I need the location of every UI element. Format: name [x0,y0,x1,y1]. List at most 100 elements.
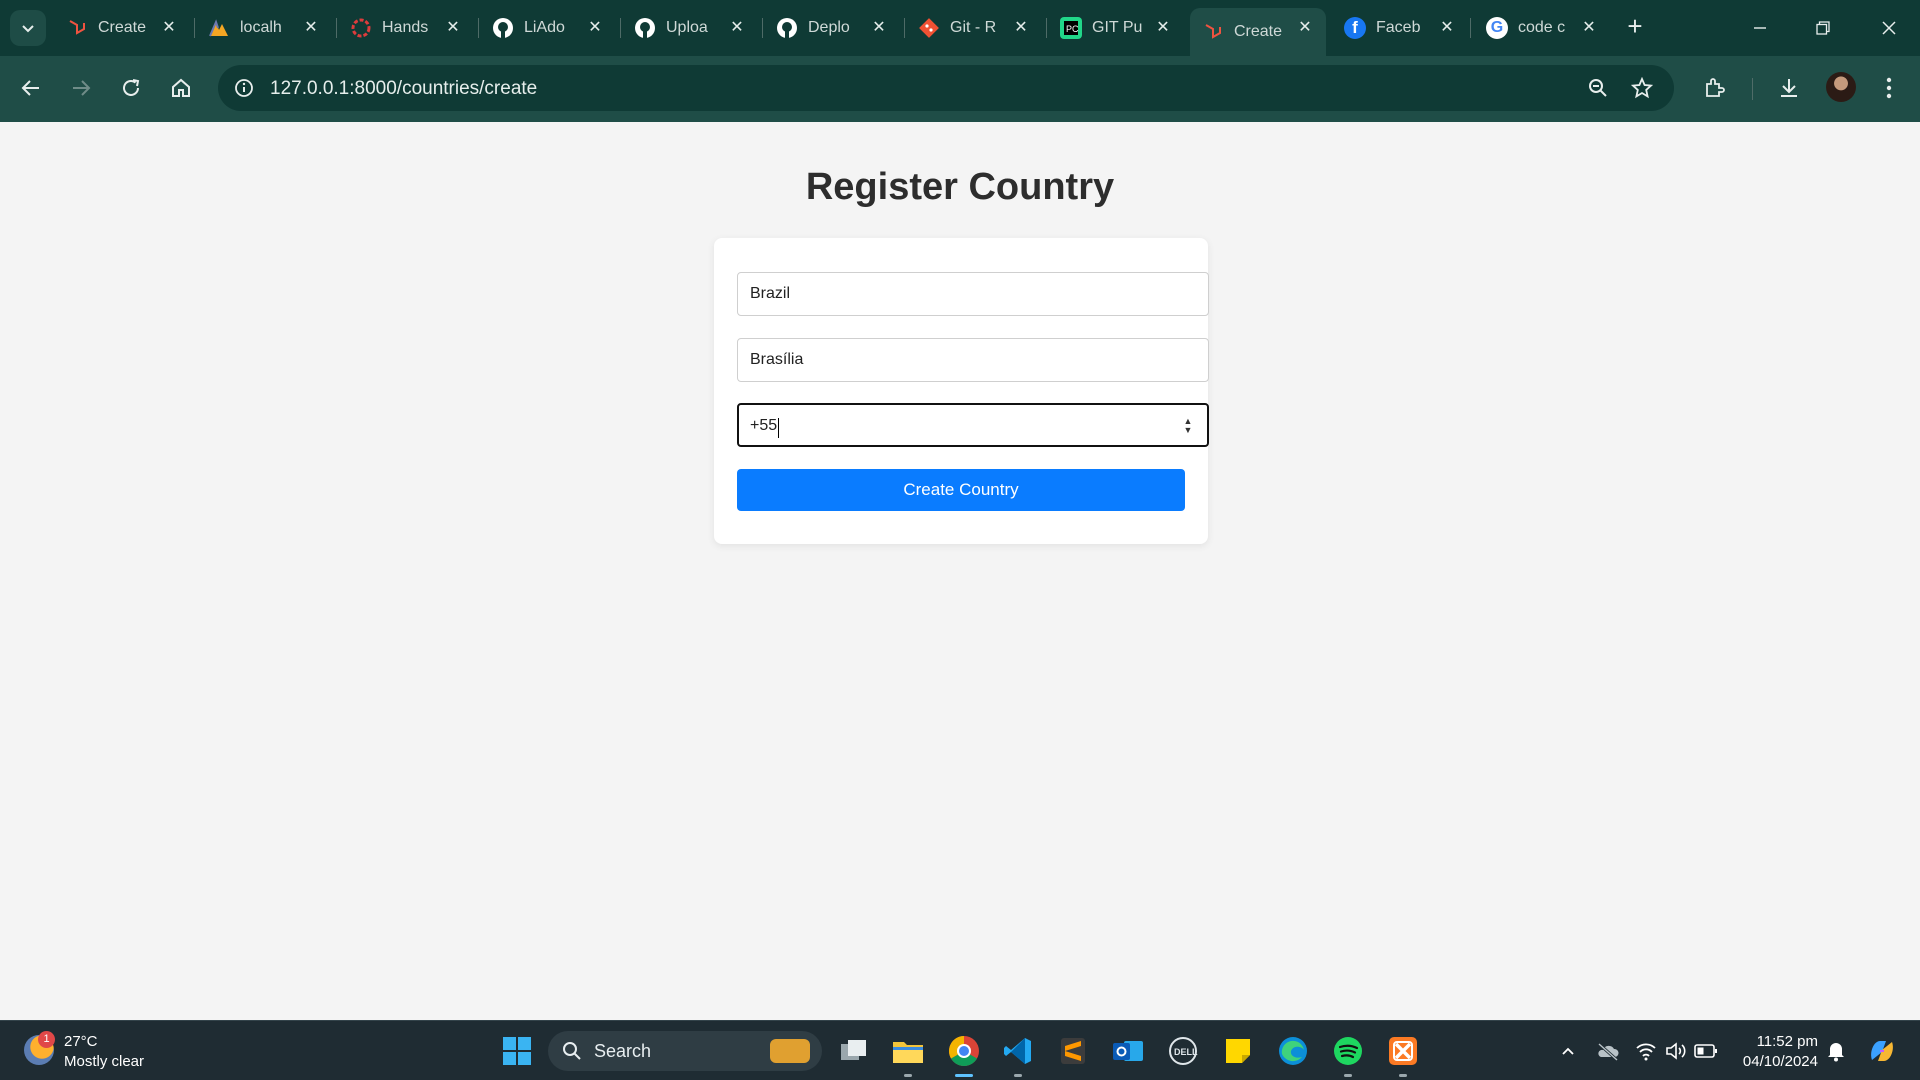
capital-input[interactable] [737,338,1209,382]
copilot-icon[interactable] [1866,1035,1898,1067]
tab-title: Hands [382,19,429,36]
battery-icon[interactable] [1694,1039,1718,1063]
close-icon[interactable]: ✕ [1296,19,1314,37]
google-icon: G [1486,17,1508,39]
github-icon [776,17,798,39]
tab-hands[interactable]: Hands ✕ [338,8,474,48]
onedrive-icon[interactable] [1596,1039,1620,1063]
close-icon[interactable]: ✕ [444,19,462,37]
browser-menu-button[interactable] [1872,71,1906,105]
task-view-button[interactable] [836,1033,872,1069]
close-icon[interactable]: ✕ [1012,19,1030,37]
close-icon [1882,21,1896,35]
clock-time[interactable]: 11:52 pm [1738,1033,1818,1050]
outlook-icon [1113,1041,1143,1061]
chevron-down-icon [22,25,34,33]
weather-temperature[interactable]: 27°C [64,1033,98,1050]
close-icon[interactable]: ✕ [160,19,178,37]
windows-taskbar: 1 27°C Mostly clear Search DELL 11:52 pm… [0,1020,1920,1080]
country-name-input[interactable] [737,272,1209,316]
svg-text:DELL: DELL [1174,1047,1198,1057]
sticky-note-icon [1226,1039,1250,1063]
close-icon[interactable]: ✕ [870,19,888,37]
windows-logo-icon [503,1037,531,1065]
address-bar[interactable]: 127.0.0.1:8000/countries/create [218,65,1674,111]
wifi-icon[interactable] [1634,1039,1658,1063]
file-explorer-app[interactable] [890,1033,926,1077]
close-window-button[interactable] [1869,14,1909,42]
tab-upload[interactable]: Uploa ✕ [622,8,758,48]
bookmark-star-icon[interactable] [1628,74,1656,102]
page-title: Register Country [805,166,1115,208]
sticky-notes-app[interactable] [1220,1033,1256,1069]
site-info-icon[interactable] [230,74,258,102]
tab-code[interactable]: G code c ✕ [1474,8,1610,48]
profile-avatar[interactable] [1826,72,1856,102]
tab-title: Create [1234,23,1283,40]
tab-localhost[interactable]: localh ✕ [196,8,332,48]
minimize-icon [1754,27,1766,29]
url-text[interactable]: 127.0.0.1:8000/countries/create [270,78,537,100]
reload-button[interactable] [113,70,149,106]
zoom-icon[interactable] [1584,74,1612,102]
pycharm-icon: PC [1060,17,1082,39]
kebab-menu-icon [1886,77,1892,99]
volume-icon[interactable] [1664,1039,1688,1063]
close-icon[interactable]: ✕ [1154,19,1172,37]
tab-git-pu[interactable]: PC GIT Pu ✕ [1048,8,1184,48]
close-icon[interactable]: ✕ [586,19,604,37]
spotify-icon [1334,1037,1362,1065]
restore-button[interactable] [1803,14,1843,42]
edge-app[interactable] [1275,1033,1311,1069]
show-hidden-icons-button[interactable] [1556,1039,1580,1063]
svg-text:PC: PC [1066,24,1079,34]
create-country-button[interactable]: Create Country [737,469,1185,511]
tab-search-button[interactable] [10,10,46,46]
chrome-app[interactable] [946,1033,982,1077]
tab-title: Create [98,19,147,36]
tab-title: GIT Pu [1092,19,1142,36]
minimize-button[interactable] [1740,14,1780,42]
tab-create-1[interactable]: Create ✕ [54,8,190,48]
home-button[interactable] [163,70,199,106]
xampp-app[interactable] [1385,1033,1421,1077]
chevron-up-icon [1562,1047,1574,1055]
close-icon[interactable]: ✕ [1580,19,1598,37]
start-button[interactable] [499,1033,535,1069]
close-icon[interactable]: ✕ [728,19,746,37]
clock-date[interactable]: 04/10/2024 [1738,1053,1818,1070]
phone-code-value: +55 [750,417,778,434]
number-spinner[interactable]: ▲ ▼ [1183,417,1193,435]
tab-create-active[interactable]: Create ✕ [1190,8,1326,56]
tab-title: localh [240,19,282,36]
weather-description[interactable]: Mostly clear [64,1053,144,1070]
spotify-app[interactable] [1330,1033,1366,1077]
restore-icon [1816,21,1830,35]
extensions-button[interactable] [1697,71,1731,105]
spin-down-icon[interactable]: ▼ [1184,426,1193,435]
taskbar-search[interactable]: Search [548,1031,822,1071]
phone-code-input[interactable]: +55 ▲ ▼ [737,403,1209,447]
tab-liado[interactable]: LiAdo ✕ [480,8,616,48]
back-button[interactable] [13,70,49,106]
new-tab-button[interactable]: + [1620,12,1650,42]
dell-icon: DELL [1169,1037,1198,1065]
sublime-app[interactable] [1055,1033,1091,1069]
tab-deploy[interactable]: Deplo ✕ [764,8,900,48]
dell-app[interactable]: DELL [1165,1033,1201,1069]
close-icon[interactable]: ✕ [302,19,320,37]
downloads-button[interactable] [1772,71,1806,105]
angular-ring-icon [350,17,372,39]
forward-button[interactable] [63,70,99,106]
download-icon [1781,79,1797,97]
browser-toolbar: 127.0.0.1:8000/countries/create [0,56,1920,122]
tab-facebook[interactable]: f Faceb ✕ [1332,8,1468,48]
chrome-icon [948,1036,979,1067]
outlook-app[interactable] [1110,1033,1146,1069]
vscode-app[interactable] [1000,1033,1036,1077]
notification-bell-icon[interactable] [1824,1039,1848,1063]
close-icon[interactable]: ✕ [1438,19,1456,37]
tab-strip: Create ✕ localh ✕ Hands ✕ LiAdo ✕ Uploa … [0,0,1920,56]
tab-git-r[interactable]: Git - R ✕ [906,8,1042,48]
sublime-text-icon [1061,1038,1085,1064]
